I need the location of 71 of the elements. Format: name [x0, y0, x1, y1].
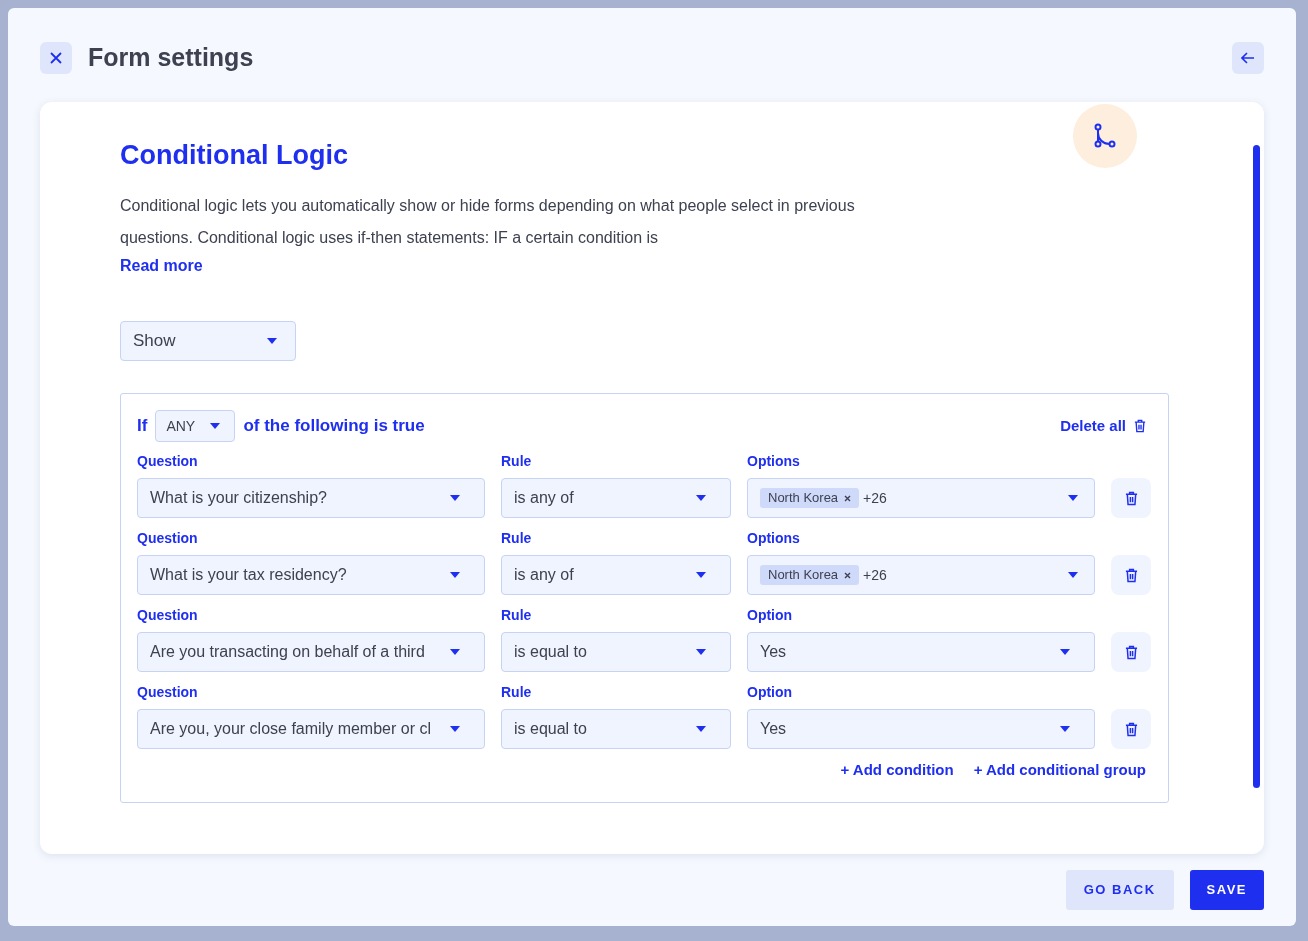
caret-icon: [450, 495, 460, 501]
secondary-button[interactable]: GO BACK: [1065, 870, 1174, 910]
dropdown[interactable]: What is your tax residency?: [137, 555, 485, 595]
dropdown[interactable]: Yes: [747, 709, 1095, 749]
add-condition-link[interactable]: + Add condition: [840, 759, 954, 782]
caret-icon: [450, 726, 460, 732]
dropdown[interactable]: Are you, your close family member or cl: [137, 709, 485, 749]
dropdown[interactable]: What is your citizenship?: [137, 478, 485, 518]
read-more-link[interactable]: Read more: [120, 254, 203, 278]
more-count: +26: [863, 488, 887, 508]
condition-label: of the following is true: [243, 415, 425, 438]
close-button[interactable]: [40, 42, 72, 74]
tag-label: North Korea: [768, 489, 839, 508]
caret-icon: [450, 572, 460, 578]
caret-icon: [696, 495, 706, 501]
dropdown[interactable]: is equal to: [501, 709, 731, 749]
delete-button[interactable]: [1111, 555, 1151, 595]
options-dropdown[interactable]: North Korea +26: [747, 555, 1095, 595]
trash-icon: [1124, 644, 1138, 660]
dropdown[interactable]: Show: [120, 321, 296, 361]
dropdown[interactable]: Yes: [747, 632, 1095, 672]
dropdown[interactable]: is equal to: [501, 632, 731, 672]
close-icon: [50, 52, 62, 64]
delete-button[interactable]: [1111, 478, 1151, 518]
caret-icon: [696, 572, 706, 578]
delete-all-button[interactable]: Delete all: [1060, 414, 1152, 438]
caret-icon: [696, 726, 706, 732]
options-dropdown[interactable]: North Korea +26: [747, 478, 1095, 518]
caret-icon: [1068, 495, 1078, 501]
back-button[interactable]: [1232, 42, 1264, 74]
field-label: Rule: [501, 529, 533, 548]
caret-icon: [1060, 649, 1070, 655]
field-label: Option: [747, 683, 794, 702]
field-label: Options: [747, 529, 801, 548]
window-title: Form settings: [88, 42, 254, 74]
caret-icon: [1060, 726, 1070, 732]
primary-button[interactable]: SAVE: [1189, 870, 1264, 910]
field-label: Question: [137, 683, 199, 702]
delete-button[interactable]: [1111, 632, 1151, 672]
caret-icon: [210, 423, 221, 429]
field-label: Rule: [501, 606, 533, 625]
trash-icon: [1134, 419, 1146, 433]
section-description: Conditional logic lets you automatically show or hide forms depending on what people select in previous questions. Conditional logic uses if-then statements: IF a certain condition is: [120, 196, 856, 248]
caret-icon: [1068, 572, 1078, 578]
caret-icon: [696, 649, 706, 655]
more-count: +26: [863, 565, 887, 585]
delete-button[interactable]: [1111, 709, 1151, 749]
close-icon[interactable]: [844, 494, 852, 502]
dropdown[interactable]: is any of: [501, 555, 731, 595]
field-label: Rule: [501, 683, 533, 702]
field-label: Question: [137, 452, 199, 471]
tag-label: North Korea: [768, 566, 839, 585]
add-group-link[interactable]: + Add conditional group: [973, 759, 1146, 782]
match-dropdown[interactable]: ANY: [155, 410, 236, 442]
caret-icon: [450, 649, 460, 655]
trash-icon: [1124, 567, 1138, 583]
field-label: Question: [137, 606, 199, 625]
trash-icon: [1124, 490, 1138, 506]
caret-icon: [267, 338, 277, 344]
field-label: Rule: [501, 452, 533, 471]
trash-icon: [1124, 721, 1138, 737]
if-label: If: [137, 415, 148, 438]
branch-icon: [1092, 123, 1118, 149]
dropdown[interactable]: Are you transacting on behalf of a third: [137, 632, 485, 672]
arrow-left-icon: [1241, 52, 1255, 64]
section-title: Conditional Logic: [120, 140, 349, 170]
field-label: Option: [747, 606, 794, 625]
dropdown[interactable]: is any of: [501, 478, 731, 518]
close-icon[interactable]: [844, 571, 852, 579]
field-label: Options: [747, 452, 801, 471]
field-label: Question: [137, 529, 199, 548]
